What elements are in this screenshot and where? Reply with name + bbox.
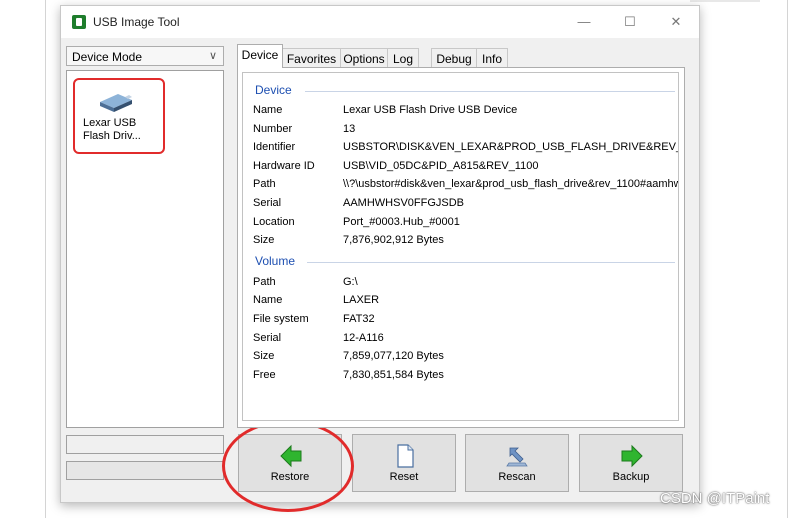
detail-label: Size: [253, 350, 275, 362]
page-edge: [45, 0, 46, 518]
tab-options[interactable]: Options: [340, 48, 388, 68]
minimize-button[interactable]: —: [561, 6, 607, 38]
app-icon: [72, 15, 86, 29]
detail-value: LAXER: [343, 294, 380, 306]
device-list[interactable]: Lexar USB Flash Driv...: [66, 70, 224, 428]
detail-label: Location: [253, 216, 295, 228]
backup-button[interactable]: Backup: [579, 434, 683, 492]
device-group-header: Device: [255, 83, 292, 97]
page-edge: [787, 0, 788, 518]
detail-value: 12-A116: [343, 332, 384, 344]
detail-label: Number: [253, 123, 293, 135]
device-mode-value: Device Mode: [72, 50, 143, 64]
detail-value: 7,830,851,584 Bytes: [343, 369, 444, 381]
device-item-lexar[interactable]: Lexar USB Flash Driv...: [73, 78, 165, 154]
usb-image-tool-window: USB Image Tool — ☐ ✕ Device Mode ∨ Lexar…: [60, 5, 700, 503]
status-field: [66, 435, 224, 454]
rescan-icon: [506, 447, 528, 467]
volume-group-header: Volume: [255, 254, 296, 268]
device-tab-panel: Device Name Lexar USB Flash Drive USB De…: [237, 67, 685, 428]
title-bar[interactable]: USB Image Tool — ☐ ✕: [61, 6, 699, 38]
tab-device[interactable]: Device: [237, 44, 283, 68]
blank-document-icon: [397, 444, 414, 468]
detail-value: AAMHWHSV0FFGJSDB: [343, 197, 465, 209]
detail-label: Serial: [253, 197, 282, 209]
detail-label: Size: [253, 234, 275, 246]
detail-value: 13: [343, 123, 356, 135]
detail-value: 7,876,902,912 Bytes: [343, 234, 444, 246]
maximize-button[interactable]: ☐: [607, 6, 653, 38]
detail-label: Path: [253, 178, 276, 190]
detail-value: USBSTOR\DISK&VEN_LEXAR&PROD_USB_FLASH_DR…: [343, 141, 679, 153]
reset-label: Reset: [389, 471, 419, 483]
detail-label: Name: [253, 104, 283, 116]
tab-log[interactable]: Log: [387, 48, 419, 68]
backup-label: Backup: [612, 471, 650, 483]
watermark: CSDN @ITPaint: [660, 490, 770, 507]
rescan-button[interactable]: Rescan: [465, 434, 569, 492]
green-right-arrow-icon: [621, 444, 643, 468]
device-mode-select[interactable]: Device Mode ∨: [66, 46, 224, 66]
chevron-down-icon: ∨: [208, 50, 217, 62]
close-button[interactable]: ✕: [653, 6, 699, 38]
detail-value: Port_#0003.Hub_#0001: [343, 216, 460, 228]
detail-value: FAT32: [343, 313, 375, 325]
detail-label: Hardware ID: [253, 160, 315, 172]
detail-label: File system: [253, 313, 309, 325]
usb-drive-icon: [100, 94, 132, 112]
red-circle-annotation: [222, 420, 354, 512]
tab-info[interactable]: Info: [476, 48, 508, 68]
detail-value: USB\VID_05DC&PID_A815&REV_1100: [343, 160, 539, 172]
detail-value: Lexar USB Flash Drive USB Device: [343, 104, 518, 116]
background-strip: [690, 0, 760, 2]
device-details: Device Name Lexar USB Flash Drive USB De…: [242, 72, 679, 421]
detail-label: Path: [253, 276, 276, 288]
detail-label: Free: [253, 369, 276, 381]
group-divider: [305, 91, 675, 92]
tab-debug[interactable]: Debug: [431, 48, 477, 68]
detail-label: Identifier: [253, 141, 296, 153]
detail-value: 7,859,077,120 Bytes: [343, 350, 444, 362]
progress-bar: [66, 461, 224, 480]
tab-favorites[interactable]: Favorites: [282, 48, 341, 68]
group-divider: [307, 262, 675, 263]
rescan-label: Rescan: [498, 471, 536, 483]
detail-value: \\?\usbstor#disk&ven_lexar&prod_usb_flas…: [343, 178, 679, 190]
detail-label: Serial: [253, 332, 282, 344]
detail-value: G:\: [343, 276, 358, 288]
device-label: Lexar USB Flash Driv...: [83, 117, 141, 142]
detail-label: Name: [253, 294, 283, 306]
reset-button[interactable]: Reset: [352, 434, 456, 492]
window-title: USB Image Tool: [93, 15, 180, 29]
